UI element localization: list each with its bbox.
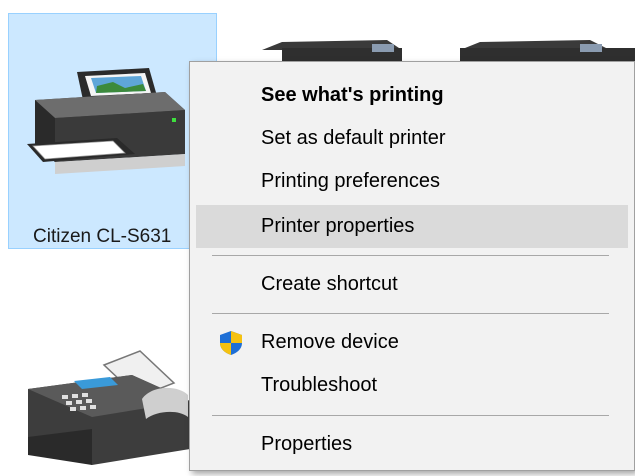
menu-item-printing-preferences[interactable]: Printing preferences bbox=[196, 160, 628, 203]
menu-separator bbox=[212, 415, 609, 416]
menu-item-properties[interactable]: Properties bbox=[196, 423, 628, 466]
menu-item-label: Set as default printer bbox=[261, 127, 446, 149]
menu-item-troubleshoot[interactable]: Troubleshoot bbox=[196, 364, 628, 407]
context-menu: See what's printing Set as default print… bbox=[189, 61, 635, 471]
menu-item-label: Remove device bbox=[261, 331, 399, 353]
menu-item-label: Printing preferences bbox=[261, 170, 440, 192]
menu-item-create-shortcut[interactable]: Create shortcut bbox=[196, 263, 628, 306]
menu-item-label: Printer properties bbox=[261, 215, 415, 237]
menu-item-label: Troubleshoot bbox=[261, 374, 377, 396]
device-tile-fax[interactable] bbox=[22, 345, 192, 471]
uac-shield-icon bbox=[220, 331, 242, 355]
menu-item-see-whats-printing[interactable]: See what's printing bbox=[196, 74, 628, 117]
menu-item-label: See what's printing bbox=[261, 84, 444, 106]
fax-icon bbox=[28, 350, 190, 465]
device-label: Citizen CL-S631 bbox=[33, 226, 172, 247]
menu-item-label: Properties bbox=[261, 433, 353, 455]
printer-icon bbox=[27, 68, 185, 174]
menu-separator bbox=[212, 313, 609, 314]
menu-separator bbox=[212, 255, 609, 256]
menu-item-set-default-printer[interactable]: Set as default printer bbox=[196, 117, 628, 160]
menu-item-printer-properties[interactable]: Printer properties bbox=[196, 205, 628, 248]
menu-item-remove-device[interactable]: Remove device bbox=[196, 321, 628, 364]
menu-item-label: Create shortcut bbox=[261, 273, 398, 295]
device-tile-citizen-cl-s631[interactable]: Citizen CL-S631 bbox=[8, 13, 217, 249]
